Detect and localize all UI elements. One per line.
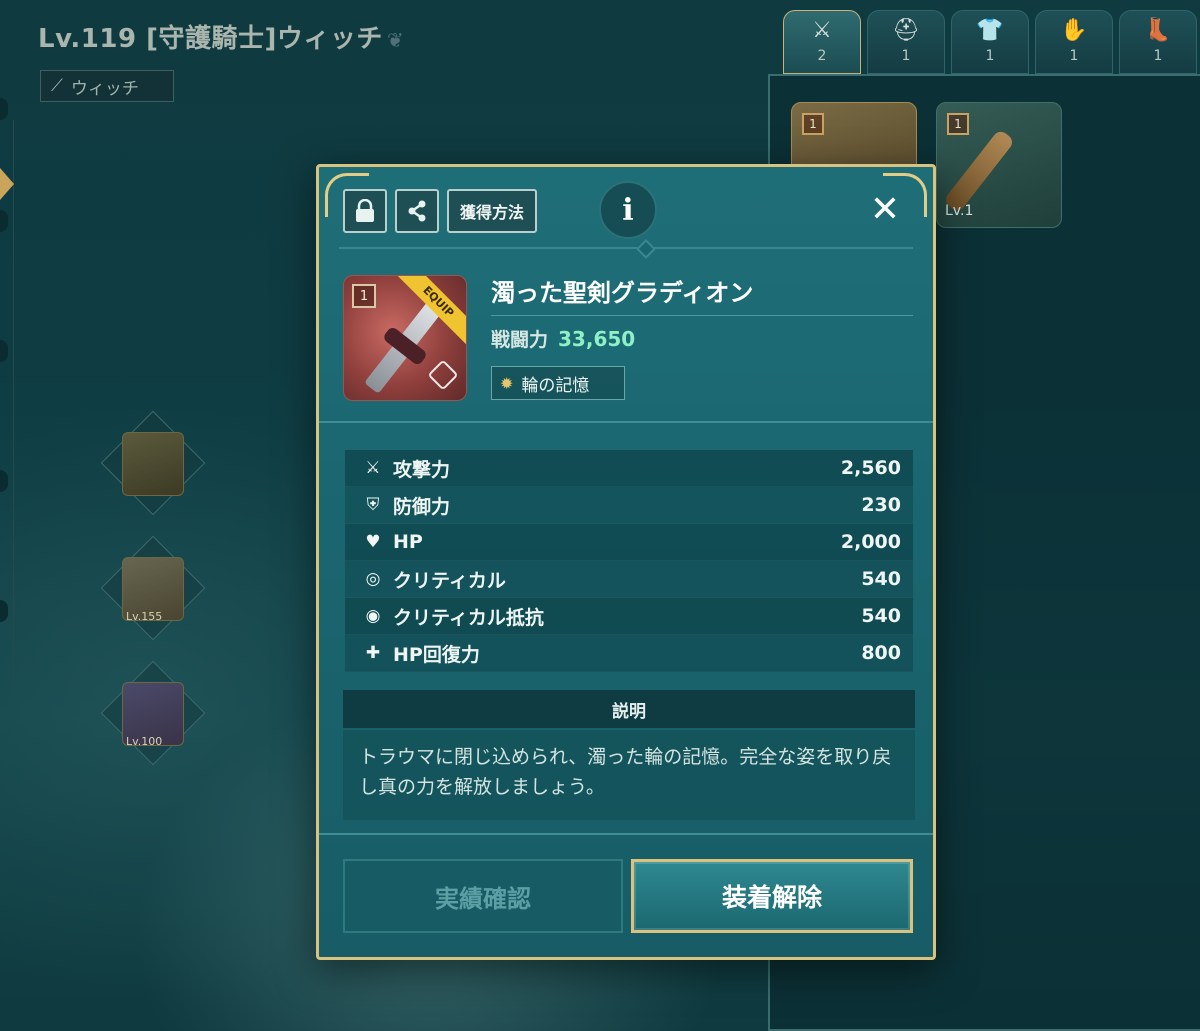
mace-icon [942,128,1016,214]
item-name: 濁った聖剣グラディオン [491,279,754,307]
tab-boots[interactable]: 👢 1 [1119,10,1197,74]
rail-notch [0,210,8,232]
rail-notch [0,340,8,362]
description-header: 説明 [343,690,915,728]
tab-weapon[interactable]: ⚔ 2 [783,10,861,74]
acquisition-method-button[interactable]: 獲得方法 [447,189,537,233]
character-title: Lv.119 [守護騎士]ウィッチ ❦ [38,24,405,54]
defense-icon: ⛨ [366,495,380,515]
inventory-item-2[interactable]: 1 Lv.1 [936,102,1062,228]
stat-row-hp-regen: ✚ HP回復力 800 [345,635,913,672]
rank-badge: 1 [947,113,969,135]
helmet-icon: ⛑ [892,18,920,43]
expand-arrow-icon[interactable] [0,168,14,200]
item-image: 1 EQUIP [343,275,467,401]
gear-icon: ✹ [500,373,514,393]
divider [319,833,933,835]
heart-icon: ♥ [365,532,381,552]
attack-icon: ⚔ [365,458,381,478]
share-button[interactable] [395,189,439,233]
item-detail-modal: 獲得方法 i ✕ 1 EQUIP 濁った聖剣グラディオン 戦闘力 33,650 … [316,164,936,960]
boot-icon: 👢 [1144,18,1172,43]
share-icon [408,200,426,222]
class-tag: ⟋ ウィッチ [40,70,174,102]
memory-icon [427,359,459,391]
stat-row-critical: ◎ クリティカル 540 [345,561,913,598]
rail-notch [0,98,8,120]
stats-table: ⚔ 攻撃力 2,560 ⛨ 防御力 230 ♥ HP 2,000 ◎ クリティカ… [345,450,913,672]
memory-tag: ✹ 輪の記憶 [491,366,625,400]
rail-notch [0,470,8,492]
combat-power-label: 戦闘力 [491,329,549,351]
wand-icon: ⟋ [51,76,63,96]
glove-icon: ✋ [1060,18,1088,43]
armor-icon: 👕 [976,18,1004,43]
lock-button[interactable] [343,189,387,233]
critical-resist-icon: ◉ [365,606,381,626]
achievement-check-button[interactable]: 実績確認 [343,859,623,933]
leaf-icon: ❦ [386,28,405,52]
sword-icon: ⚔ [812,18,832,43]
divider [319,421,933,423]
close-button[interactable]: ✕ [865,189,905,230]
combat-power: 戦闘力 33,650 [491,325,635,352]
rank-badge: 1 [352,284,376,308]
info-button[interactable]: i [599,181,657,239]
description-text: トラウマに閉じ込められ、濁った輪の記憶。完全な姿を取り戻し真の力を解放しましょう… [343,730,915,820]
equipment-tabs: ⚔ 2 ⛑ 1 👕 1 ✋ 1 👢 1 [783,10,1197,74]
unequip-button[interactable]: 装着解除 [631,859,913,933]
stat-row-critical-resist: ◉ クリティカル抵抗 540 [345,598,913,635]
stat-row-attack: ⚔ 攻撃力 2,560 [345,450,913,487]
equipped-slot-1[interactable] [100,410,206,516]
modal-toolbar: 獲得方法 i ✕ [319,167,933,247]
left-edge-rail [0,98,14,680]
equipped-slot-2[interactable]: Lv.155 [100,535,206,641]
item-thumbnail [122,432,184,496]
tab-helmet[interactable]: ⛑ 1 [867,10,945,74]
stat-row-defense: ⛨ 防御力 230 [345,487,913,524]
divider [339,247,913,249]
hp-regen-icon: ✚ [365,643,381,663]
stat-row-hp: ♥ HP 2,000 [345,524,913,561]
equipped-slot-3[interactable]: Lv.100 [100,660,206,766]
rank-badge: 1 [802,113,824,135]
rail-notch [0,600,8,622]
lock-icon [356,199,374,222]
tab-armor[interactable]: 👕 1 [951,10,1029,74]
combat-power-value: 33,650 [558,327,636,351]
tab-gloves[interactable]: ✋ 1 [1035,10,1113,74]
divider [491,315,913,316]
critical-icon: ◎ [365,569,381,589]
